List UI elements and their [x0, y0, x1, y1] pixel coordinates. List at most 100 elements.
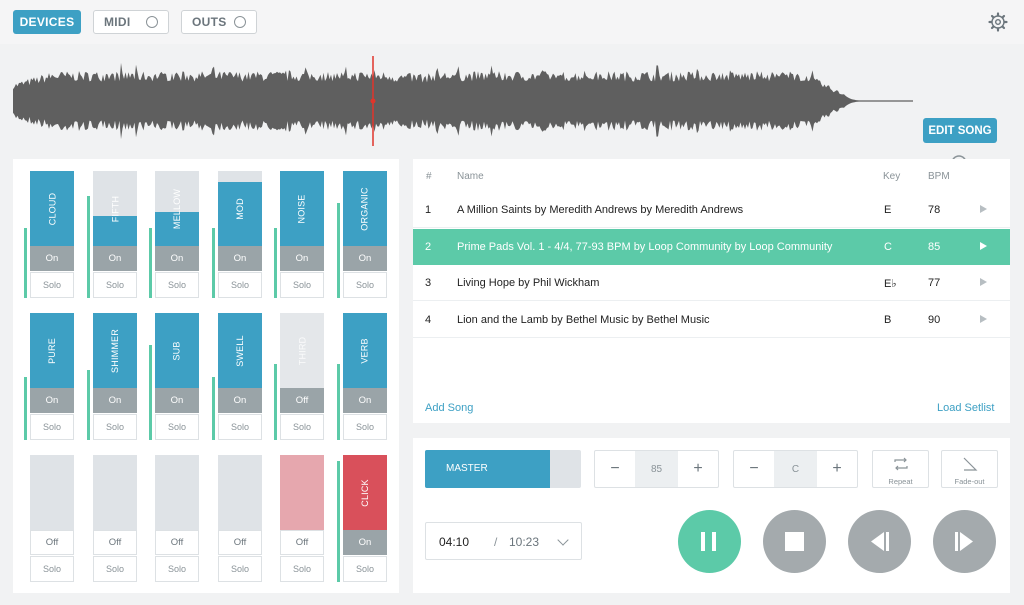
channel-solo-button[interactable]: Solo — [93, 414, 137, 440]
channel-solo-button[interactable]: Solo — [93, 272, 137, 298]
channel-fader[interactable]: VERB — [343, 313, 387, 388]
previous-button[interactable] — [848, 510, 911, 573]
channel-fader[interactable]: THIRD — [280, 313, 324, 388]
channel-solo-button[interactable]: Solo — [218, 414, 262, 440]
channel-toggle-button[interactable]: On — [218, 388, 262, 413]
channel-fader[interactable]: MELLOW — [155, 171, 199, 246]
song-row[interactable]: 2 Prime Pads Vol. 1 - 4/4, 77-93 BPM by L… — [413, 228, 1010, 265]
mixer-panel: CLOUD On Solo FIFTH On Solo MELLOW On Solo MOD On S… — [13, 159, 399, 593]
channel-toggle-button[interactable]: On — [93, 388, 137, 413]
channel-toggle-button[interactable]: On — [155, 388, 199, 413]
key-increase-button[interactable]: + — [817, 451, 857, 487]
channel-toggle-button[interactable]: Off — [93, 530, 137, 555]
time-separator: / — [494, 535, 498, 549]
channel-name: THIRD — [297, 336, 307, 365]
channel-toggle-button[interactable]: On — [218, 246, 262, 271]
song-name: Lion and the Lamb by Bethel Music by Bet… — [457, 313, 710, 326]
channel-solo-button[interactable]: Solo — [343, 414, 387, 440]
total-time: 10:23 — [509, 535, 540, 549]
add-song-link[interactable]: Add Song — [425, 402, 473, 414]
channel-meter — [24, 376, 27, 440]
channel-fader[interactable]: NOISE — [280, 171, 324, 246]
channel-fader[interactable]: CLOUD — [30, 171, 74, 246]
repeat-button[interactable]: Repeat — [872, 450, 929, 488]
repeat-icon — [894, 457, 908, 471]
channel-solo-button[interactable]: Solo — [280, 414, 324, 440]
channel-toggle-button[interactable]: Off — [155, 530, 199, 555]
channel-fader[interactable]: CLICK — [343, 455, 387, 530]
song-row[interactable]: 4 Lion and the Lamb by Bethel Music by Be… — [413, 302, 1010, 338]
channel-solo-button[interactable]: Solo — [155, 272, 199, 298]
channel-solo-button[interactable]: Solo — [343, 272, 387, 298]
channel-solo-button[interactable]: Solo — [343, 556, 387, 582]
channel-toggle-button[interactable]: On — [93, 246, 137, 271]
edit-song-button[interactable]: EDIT SONG — [923, 118, 997, 143]
stop-button[interactable] — [763, 510, 826, 573]
channel-fader[interactable]: MOD — [218, 171, 262, 246]
play-icon[interactable] — [980, 205, 987, 213]
channel-meter — [212, 376, 215, 440]
tempo-increase-button[interactable]: + — [678, 451, 718, 487]
devices-button[interactable]: DEVICES — [13, 10, 81, 34]
channel-toggle-button[interactable]: On — [343, 530, 387, 555]
skip-back-icon — [871, 532, 889, 551]
channel-fader[interactable]: PURE — [30, 313, 74, 388]
master-fader[interactable]: MASTER — [425, 450, 581, 488]
tempo-decrease-button[interactable]: − — [595, 451, 635, 487]
channel-solo-button[interactable]: Solo — [155, 414, 199, 440]
channel-toggle-button[interactable]: Off — [218, 530, 262, 555]
channel-fader[interactable] — [30, 455, 74, 530]
channel-toggle-button[interactable]: On — [343, 246, 387, 271]
channel-toggle-button[interactable]: On — [280, 246, 324, 271]
song-name: Living Hope by Phil Wickham — [457, 277, 600, 289]
channel-solo-button[interactable]: Solo — [280, 556, 324, 582]
song-bpm: 78 — [928, 204, 941, 216]
channel-fader[interactable] — [155, 455, 199, 530]
channel-solo-button[interactable]: Solo — [280, 272, 324, 298]
channel-toggle-button[interactable]: Off — [30, 530, 74, 555]
mixer-channel: SHIMMER On Solo — [87, 313, 137, 440]
next-button[interactable] — [933, 510, 996, 573]
channel-solo-button[interactable]: Solo — [93, 556, 137, 582]
gear-icon[interactable] — [988, 12, 1008, 32]
fadeout-button[interactable]: Fade-out — [941, 450, 998, 488]
key-decrease-button[interactable]: − — [734, 451, 774, 487]
channel-toggle-button[interactable]: Off — [280, 530, 324, 555]
key-value[interactable]: C — [774, 451, 817, 487]
play-icon[interactable] — [980, 278, 987, 286]
channel-fader[interactable]: SWELL — [218, 313, 262, 388]
channel-fader[interactable]: SUB — [155, 313, 199, 388]
load-setlist-link[interactable]: Load Setlist — [937, 402, 994, 414]
pause-button[interactable] — [678, 510, 741, 573]
channel-toggle-button[interactable]: On — [343, 388, 387, 413]
channel-fader[interactable] — [218, 455, 262, 530]
channel-solo-button[interactable]: Solo — [30, 272, 74, 298]
midi-button[interactable]: MIDI — [93, 10, 169, 34]
channel-solo-button[interactable]: Solo — [155, 556, 199, 582]
channel-fader[interactable] — [280, 455, 324, 530]
channel-toggle-button[interactable]: On — [30, 246, 74, 271]
channel-fader[interactable]: SHIMMER — [93, 313, 137, 388]
song-row[interactable]: 3 Living Hope by Phil Wickham E♭ 77 — [413, 265, 1010, 301]
channel-meter — [87, 370, 90, 440]
channel-fader[interactable]: ORGANIC — [343, 171, 387, 246]
outs-button[interactable]: OUTS — [181, 10, 257, 34]
playhead-handle[interactable] — [370, 98, 376, 104]
channel-fader[interactable] — [93, 455, 137, 530]
channel-toggle-button[interactable]: On — [30, 388, 74, 413]
channel-fader[interactable]: FIFTH — [93, 171, 137, 246]
channel-solo-button[interactable]: Solo — [218, 556, 262, 582]
channel-solo-button[interactable]: Solo — [30, 556, 74, 582]
time-display[interactable]: 04:10 / 10:23 — [425, 522, 582, 560]
channel-toggle-button[interactable]: Off — [280, 388, 324, 413]
channel-toggle-button[interactable]: On — [155, 246, 199, 271]
play-icon[interactable] — [980, 314, 987, 323]
play-icon[interactable] — [980, 241, 987, 250]
song-row[interactable]: 1 A Million Saints by Meredith Andrews by… — [413, 192, 1010, 228]
waveform[interactable] — [13, 56, 913, 146]
midi-label: MIDI — [104, 15, 131, 29]
tempo-value[interactable]: 85 — [635, 451, 678, 487]
channel-solo-button[interactable]: Solo — [218, 272, 262, 298]
channel-meter — [212, 228, 215, 298]
channel-solo-button[interactable]: Solo — [30, 414, 74, 440]
